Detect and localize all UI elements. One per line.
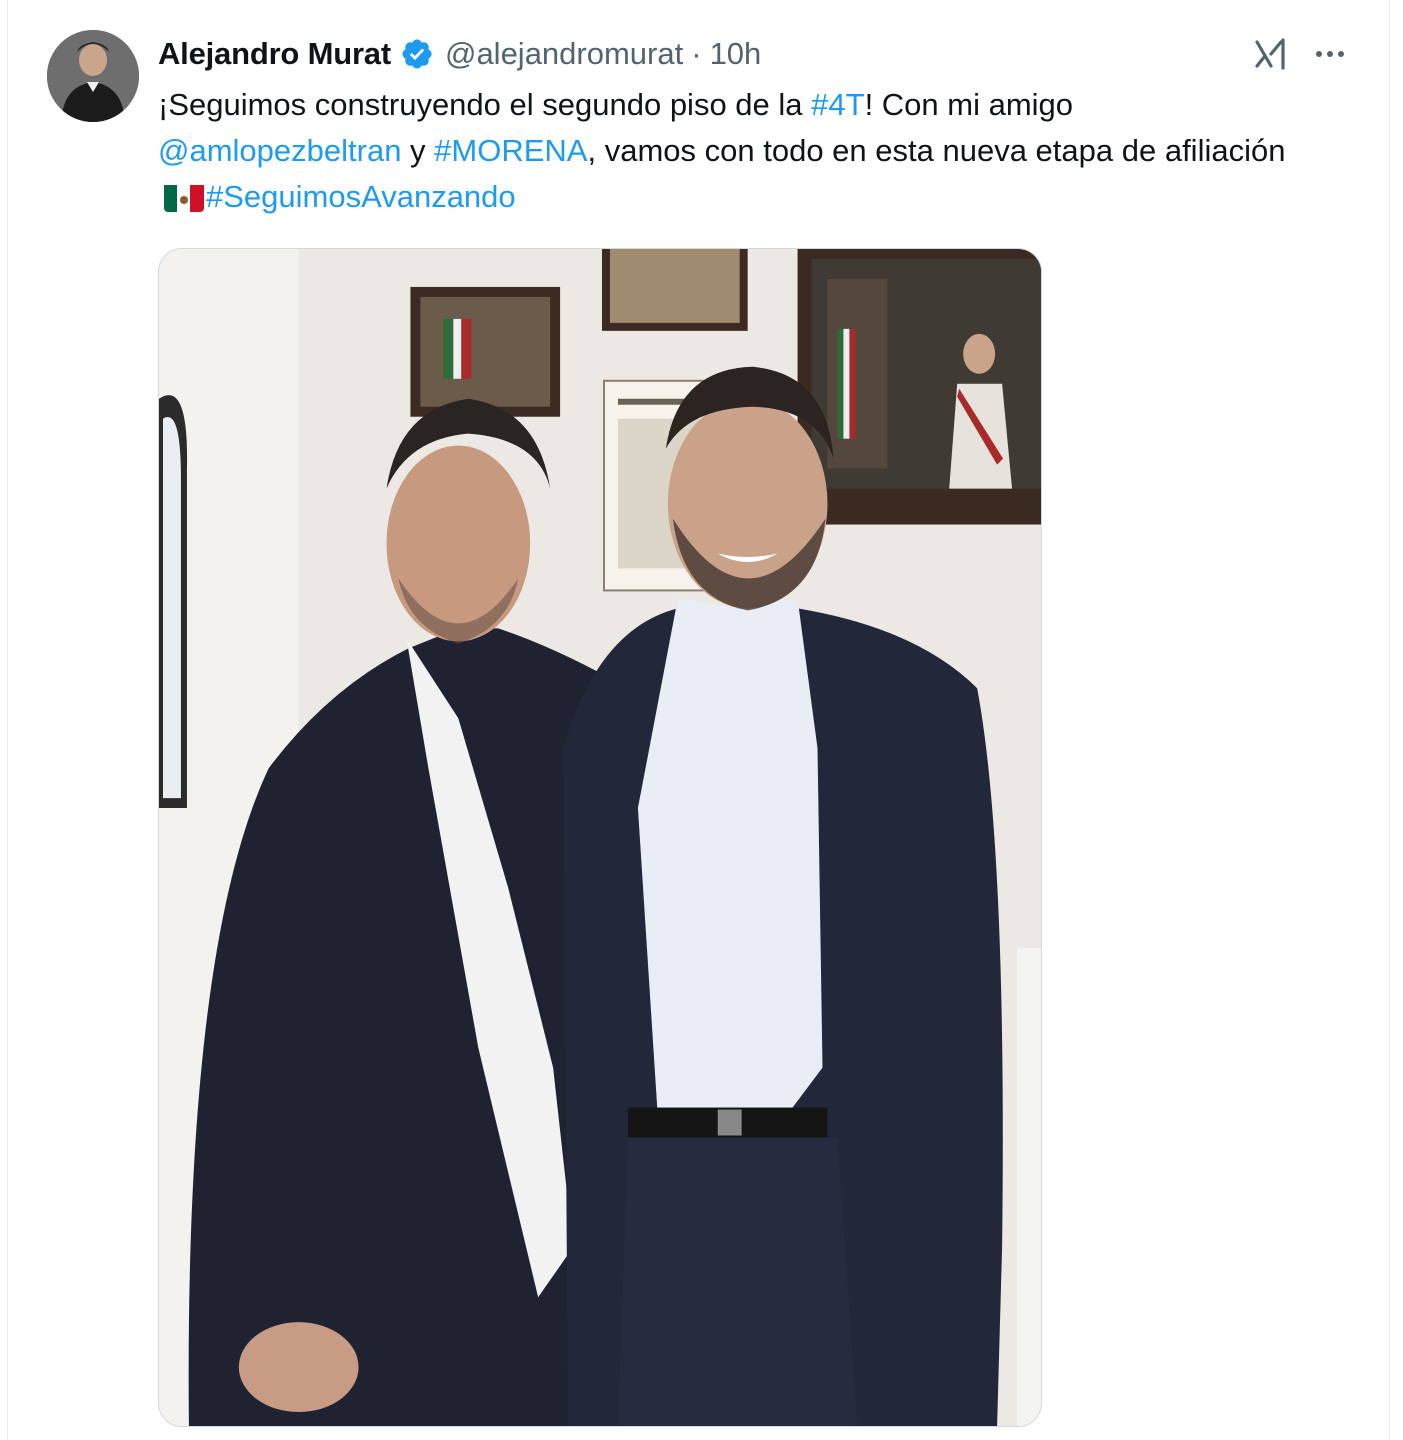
tweet-header: Alejandro Murat @alejandromurat · 10h [158, 32, 761, 76]
text-part: ¡Seguimos construyendo el segundo piso d… [158, 87, 812, 122]
author-avatar[interactable] [47, 30, 139, 122]
separator-dot: · [691, 36, 702, 71]
hashtag-morena-link[interactable]: #MORENA [434, 133, 587, 168]
grok-icon[interactable] [1251, 34, 1291, 74]
mexico-flag-emoji [164, 182, 204, 212]
tweet-timestamp[interactable]: 10h [710, 36, 762, 72]
hashtag-4t-link[interactable]: #4T [811, 87, 864, 122]
more-options-icon[interactable] [1310, 34, 1350, 74]
mention-amlopezbeltran-link[interactable]: @amlopezbeltran [158, 133, 401, 168]
tweet-photo[interactable] [158, 248, 1042, 1427]
author-handle[interactable]: @alejandromurat [445, 36, 683, 72]
text-part: y [401, 133, 435, 168]
author-name[interactable]: Alejandro Murat [158, 36, 391, 72]
verified-badge-icon [402, 39, 432, 69]
hashtag-seguimosavanzando-link[interactable]: #SeguimosAvanzando [206, 179, 516, 214]
text-part: ! Con mi amigo [864, 87, 1074, 122]
tweet-text: ¡Seguimos construyendo el segundo piso d… [158, 82, 1328, 220]
tweet-card[interactable]: Alejandro Murat @alejandromurat · 10h ¡S… [7, 0, 1390, 1440]
text-part: , vamos con todo en esta nueva etapa de … [587, 133, 1286, 168]
